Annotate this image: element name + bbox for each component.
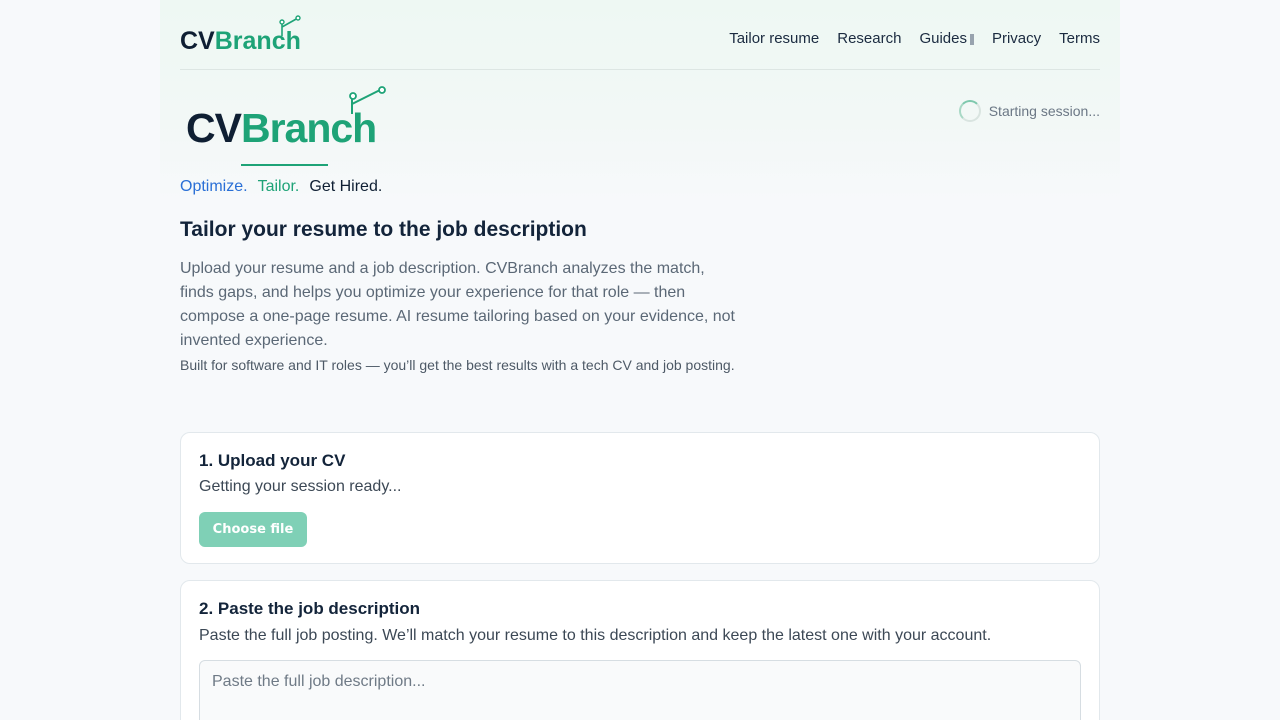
choose-file-button[interactable]: Choose file [199, 512, 307, 547]
upload-cv-card: 1. Upload your CV Getting your session r… [180, 432, 1100, 564]
nav-logo[interactable]: CVBranch [180, 14, 304, 54]
tagline-optimize: Optimize. [180, 178, 248, 195]
tagline-tailor: Tailor. [257, 178, 300, 195]
nav-link-terms[interactable]: Terms [1059, 30, 1100, 47]
nav-links: Tailor resume Research Guides Privacy Te… [729, 30, 1100, 47]
top-nav: CVBranch Tailor resume Research Guides P… [180, 0, 1100, 70]
hero-logo-branch-text: Branch [241, 105, 376, 151]
hero-logo: CVBranch [186, 86, 386, 166]
session-status-text: Starting session... [988, 103, 1100, 119]
intro-note: Built for software and IT roles — you’ll… [180, 357, 735, 373]
svg-text:CVBranch: CVBranch [186, 105, 376, 151]
nav-link-privacy[interactable]: Privacy [992, 30, 1041, 47]
nav-link-research[interactable]: Research [837, 30, 901, 47]
nav-link-guides-label: Guides [919, 30, 967, 47]
nav-link-guides[interactable]: Guides [919, 30, 974, 47]
job-description-help: Paste the full job posting. We’ll match … [199, 627, 992, 644]
tagline: Optimize. Tailor. Get Hired. [180, 178, 382, 196]
hero-logo-cv-text: CV [186, 105, 243, 151]
job-description-card: 2. Paste the job description Paste the f… [180, 580, 1100, 720]
upload-cv-title: 1. Upload your CV [199, 451, 346, 470]
tagline-get-hired: Get Hired. [309, 178, 383, 195]
page: CVBranch Tailor resume Research Guides P… [160, 0, 1120, 720]
upload-cv-status: Getting your session ready... [199, 478, 402, 495]
loading-spinner-icon [958, 100, 981, 122]
nav-link-tailor-resume[interactable]: Tailor resume [729, 30, 819, 47]
job-description-input[interactable] [199, 660, 1081, 720]
dropdown-caret-icon [969, 34, 974, 45]
session-status: Starting session... [958, 100, 1100, 122]
intro-description: Upload your resume and a job description… [180, 260, 735, 349]
page-title: Tailor your resume to the job descriptio… [180, 218, 587, 241]
logo-branch-text: Branch [215, 27, 301, 54]
job-description-title: 2. Paste the job description [199, 599, 421, 618]
logo-cv-text: CV [180, 27, 215, 54]
